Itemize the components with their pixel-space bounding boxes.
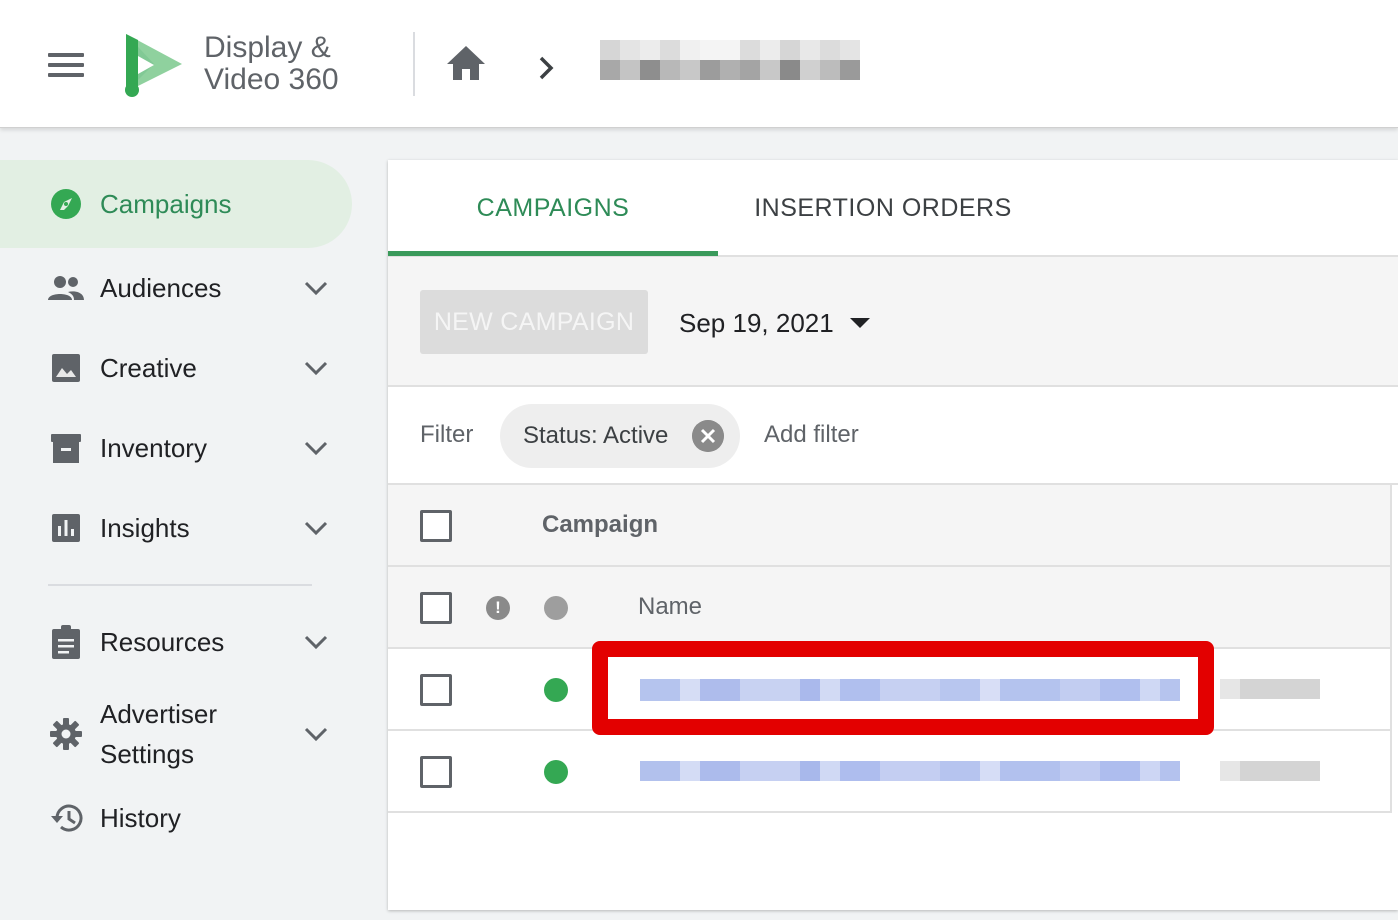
dv360-logo-icon	[125, 34, 182, 97]
row-checkbox[interactable]	[420, 674, 452, 706]
home-icon[interactable]	[445, 44, 487, 82]
group-header-campaign: Campaign	[542, 511, 659, 538]
chevron-down-icon[interactable]	[302, 516, 330, 540]
new-campaign-button[interactable]: NEW CAMPAIGN	[420, 290, 648, 354]
sidebar-item-label: Creative	[100, 353, 197, 383]
chevron-down-icon[interactable]	[302, 436, 330, 460]
close-icon[interactable]	[692, 420, 724, 452]
bar-chart-icon	[48, 510, 84, 546]
sidebar-item-label: Inventory	[100, 433, 207, 463]
sidebar-item-resources[interactable]: Resources	[0, 602, 360, 682]
history-icon	[48, 800, 84, 836]
table-column-header: ! Name	[388, 567, 1392, 649]
filter-chip-status[interactable]: Status: Active	[500, 404, 740, 468]
chevron-down-icon[interactable]	[302, 276, 330, 300]
sidebar-item-label: Campaigns	[100, 189, 232, 219]
header-divider	[413, 32, 415, 96]
date-selector[interactable]: Sep 19, 2021	[679, 303, 870, 343]
menu-icon[interactable]	[48, 53, 84, 77]
chevron-right-icon	[539, 56, 554, 80]
select-all-checkbox[interactable]	[420, 510, 452, 542]
campaign-name-link[interactable]	[640, 761, 1180, 783]
image-icon	[48, 350, 84, 386]
clipboard-icon	[48, 624, 84, 660]
sidebar-item-label: History	[100, 803, 181, 833]
sidebar-item-inventory[interactable]: Inventory	[0, 408, 360, 488]
campaigns-card: CAMPAIGNS INSERTION ORDERS NEW CAMPAIGN …	[388, 160, 1398, 910]
filter-chip-text: Status: Active	[523, 422, 669, 449]
status-column-icon[interactable]	[544, 596, 568, 620]
sidebar: Campaigns Audiences Creative Inventory I…	[0, 160, 360, 850]
chevron-down-icon[interactable]	[302, 722, 330, 746]
row-checkbox[interactable]	[420, 756, 452, 788]
sidebar-divider	[48, 584, 312, 586]
dropdown-arrow-icon	[849, 318, 870, 328]
sidebar-item-history[interactable]: History	[0, 786, 360, 850]
column-header-name[interactable]: Name	[638, 593, 702, 621]
chevron-down-icon[interactable]	[302, 630, 330, 654]
sidebar-item-label: Audiences	[100, 273, 222, 303]
toolbar: NEW CAMPAIGN Sep 19, 2021	[388, 257, 1398, 387]
tab-insertion-orders[interactable]: INSERTION ORDERS	[718, 160, 1048, 257]
sidebar-item-creative[interactable]: Creative	[0, 328, 360, 408]
sidebar-item-label: Advertiser Settings	[100, 699, 218, 769]
tab-campaigns[interactable]: CAMPAIGNS	[388, 160, 718, 257]
filter-label: Filter	[420, 421, 474, 448]
add-filter-button[interactable]: Add filter	[764, 421, 859, 449]
sidebar-item-advertiser-settings[interactable]: Advertiser Settings	[0, 682, 360, 786]
sidebar-item-insights[interactable]: Insights	[0, 488, 360, 568]
sidebar-item-label: Insights	[100, 513, 190, 543]
tab-bar: CAMPAIGNS INSERTION ORDERS	[388, 160, 1398, 257]
sidebar-item-label: Resources	[100, 627, 225, 657]
table-row	[388, 731, 1392, 813]
alert-icon[interactable]: !	[486, 596, 510, 620]
compass-icon	[48, 186, 84, 222]
campaign-name-link[interactable]	[640, 679, 1180, 701]
gear-icon	[48, 716, 84, 752]
filter-bar: Filter Status: Active Add filter	[388, 387, 1398, 485]
campaigns-table: Campaign ! Name	[388, 485, 1392, 813]
campaign-id-redacted	[1220, 761, 1320, 781]
campaign-id-redacted	[1220, 679, 1320, 699]
people-icon	[48, 270, 84, 306]
table-group-header: Campaign	[388, 485, 1392, 567]
status-active-icon	[544, 678, 568, 702]
date-label: Sep 19, 2021	[679, 307, 834, 338]
archive-icon	[48, 430, 84, 466]
table-right-border	[1390, 485, 1392, 813]
breadcrumb-redacted[interactable]	[600, 40, 880, 80]
header-checkbox[interactable]	[420, 592, 452, 624]
product-name: Display & Video 360	[204, 31, 339, 96]
active-tab-indicator	[388, 251, 718, 256]
chevron-down-icon[interactable]	[302, 356, 330, 380]
sidebar-item-audiences[interactable]: Audiences	[0, 248, 360, 328]
sidebar-item-campaigns[interactable]: Campaigns	[0, 160, 352, 248]
status-active-icon	[544, 760, 568, 784]
table-row	[388, 649, 1392, 731]
top-app-bar: Display & Video 360	[0, 0, 1398, 128]
